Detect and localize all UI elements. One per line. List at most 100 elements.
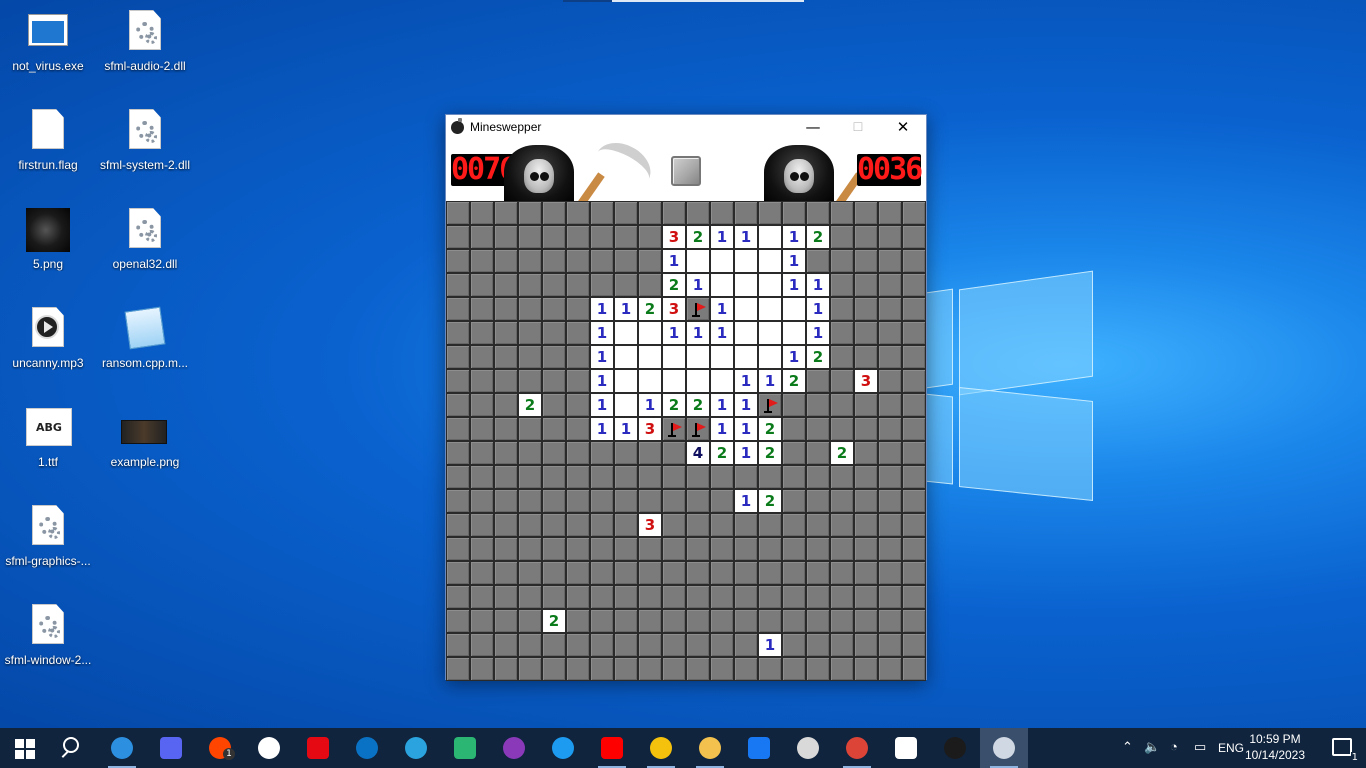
hidden-cell[interactable] bbox=[566, 225, 590, 249]
hidden-cell[interactable] bbox=[494, 321, 518, 345]
hidden-cell[interactable] bbox=[542, 489, 566, 513]
hidden-cell[interactable] bbox=[710, 465, 734, 489]
desktop-icon[interactable]: example.png bbox=[97, 396, 193, 484]
close-button[interactable]: ✕ bbox=[880, 115, 926, 141]
hidden-cell[interactable] bbox=[662, 513, 686, 537]
hidden-cell[interactable] bbox=[686, 513, 710, 537]
hidden-cell[interactable] bbox=[590, 201, 614, 225]
hidden-cell[interactable] bbox=[902, 201, 926, 225]
hidden-cell[interactable] bbox=[470, 657, 494, 681]
hidden-cell[interactable] bbox=[806, 513, 830, 537]
hidden-cell[interactable] bbox=[710, 513, 734, 537]
hidden-cell[interactable] bbox=[566, 537, 590, 561]
number-cell[interactable]: 2 bbox=[518, 393, 542, 417]
hidden-cell[interactable] bbox=[542, 465, 566, 489]
hidden-cell[interactable] bbox=[566, 249, 590, 273]
mine-board[interactable]: 3211121121111123111111111211123211221111… bbox=[446, 201, 926, 681]
hidden-cell[interactable] bbox=[590, 249, 614, 273]
hidden-cell[interactable] bbox=[878, 657, 902, 681]
hidden-cell[interactable] bbox=[878, 273, 902, 297]
hidden-cell[interactable] bbox=[734, 465, 758, 489]
hidden-cell[interactable] bbox=[830, 633, 854, 657]
security-app[interactable] bbox=[882, 728, 930, 768]
notification-icon[interactable]: 1 bbox=[1332, 738, 1359, 763]
hidden-cell[interactable] bbox=[902, 321, 926, 345]
hidden-cell[interactable] bbox=[542, 273, 566, 297]
open-cell[interactable] bbox=[614, 369, 638, 393]
hidden-cell[interactable] bbox=[566, 369, 590, 393]
hidden-cell[interactable] bbox=[734, 513, 758, 537]
reddit-app[interactable]: 1 bbox=[196, 728, 244, 768]
hidden-cell[interactable] bbox=[446, 441, 470, 465]
hidden-cell[interactable] bbox=[446, 609, 470, 633]
number-cell[interactable]: 1 bbox=[590, 297, 614, 321]
open-cell[interactable] bbox=[614, 393, 638, 417]
hidden-cell[interactable] bbox=[686, 657, 710, 681]
hidden-cell[interactable] bbox=[446, 297, 470, 321]
hidden-cell[interactable] bbox=[638, 657, 662, 681]
hidden-cell[interactable] bbox=[518, 417, 542, 441]
hidden-cell[interactable] bbox=[854, 633, 878, 657]
hidden-cell[interactable] bbox=[542, 585, 566, 609]
hidden-cell[interactable] bbox=[662, 465, 686, 489]
hidden-cell[interactable] bbox=[758, 585, 782, 609]
hidden-cell[interactable] bbox=[758, 561, 782, 585]
hidden-cell[interactable] bbox=[470, 537, 494, 561]
hidden-cell[interactable] bbox=[854, 441, 878, 465]
open-cell[interactable] bbox=[710, 345, 734, 369]
hidden-cell[interactable] bbox=[902, 273, 926, 297]
number-cell[interactable]: 3 bbox=[662, 225, 686, 249]
hidden-cell[interactable] bbox=[734, 585, 758, 609]
number-cell[interactable]: 3 bbox=[854, 369, 878, 393]
hidden-cell[interactable] bbox=[662, 489, 686, 513]
hidden-cell[interactable] bbox=[542, 249, 566, 273]
hidden-cell[interactable] bbox=[902, 369, 926, 393]
number-cell[interactable]: 1 bbox=[734, 369, 758, 393]
hidden-cell[interactable] bbox=[902, 465, 926, 489]
hidden-cell[interactable] bbox=[830, 657, 854, 681]
number-cell[interactable]: 2 bbox=[638, 297, 662, 321]
number-cell[interactable]: 1 bbox=[686, 321, 710, 345]
hidden-cell[interactable] bbox=[470, 465, 494, 489]
wordpress-app[interactable] bbox=[245, 728, 293, 768]
hidden-cell[interactable] bbox=[542, 513, 566, 537]
hidden-cell[interactable] bbox=[854, 561, 878, 585]
minimize-button[interactable]: — bbox=[790, 115, 836, 141]
number-cell[interactable]: 1 bbox=[662, 321, 686, 345]
hidden-cell[interactable] bbox=[566, 609, 590, 633]
hidden-cell[interactable] bbox=[446, 369, 470, 393]
desktop-icon[interactable]: sfml-audio-2.dll bbox=[97, 0, 193, 88]
hidden-cell[interactable] bbox=[806, 561, 830, 585]
hidden-cell[interactable] bbox=[854, 345, 878, 369]
number-cell[interactable]: 3 bbox=[638, 513, 662, 537]
hidden-cell[interactable] bbox=[614, 633, 638, 657]
number-cell[interactable]: 2 bbox=[662, 393, 686, 417]
hidden-cell[interactable] bbox=[494, 393, 518, 417]
hidden-cell[interactable] bbox=[590, 657, 614, 681]
hidden-cell[interactable] bbox=[878, 633, 902, 657]
hidden-cell[interactable] bbox=[686, 633, 710, 657]
number-cell[interactable]: 2 bbox=[662, 273, 686, 297]
number-cell[interactable]: 2 bbox=[758, 441, 782, 465]
hidden-cell[interactable] bbox=[494, 249, 518, 273]
hidden-cell[interactable] bbox=[662, 561, 686, 585]
open-cell[interactable] bbox=[734, 249, 758, 273]
open-cell[interactable] bbox=[638, 369, 662, 393]
open-cell[interactable] bbox=[758, 273, 782, 297]
hidden-cell[interactable] bbox=[446, 561, 470, 585]
hidden-cell[interactable] bbox=[470, 585, 494, 609]
open-cell[interactable] bbox=[758, 321, 782, 345]
hidden-cell[interactable] bbox=[542, 225, 566, 249]
hidden-cell[interactable] bbox=[542, 441, 566, 465]
hidden-cell[interactable] bbox=[470, 513, 494, 537]
vscode-app[interactable] bbox=[98, 728, 146, 768]
chrome-profile-app[interactable] bbox=[833, 728, 881, 768]
hidden-cell[interactable] bbox=[830, 369, 854, 393]
hidden-cell[interactable] bbox=[446, 489, 470, 513]
hidden-cell[interactable] bbox=[470, 369, 494, 393]
hidden-cell[interactable] bbox=[902, 489, 926, 513]
open-cell[interactable] bbox=[710, 273, 734, 297]
reset-button[interactable] bbox=[671, 156, 701, 186]
hidden-cell[interactable] bbox=[902, 441, 926, 465]
number-cell[interactable]: 1 bbox=[638, 393, 662, 417]
